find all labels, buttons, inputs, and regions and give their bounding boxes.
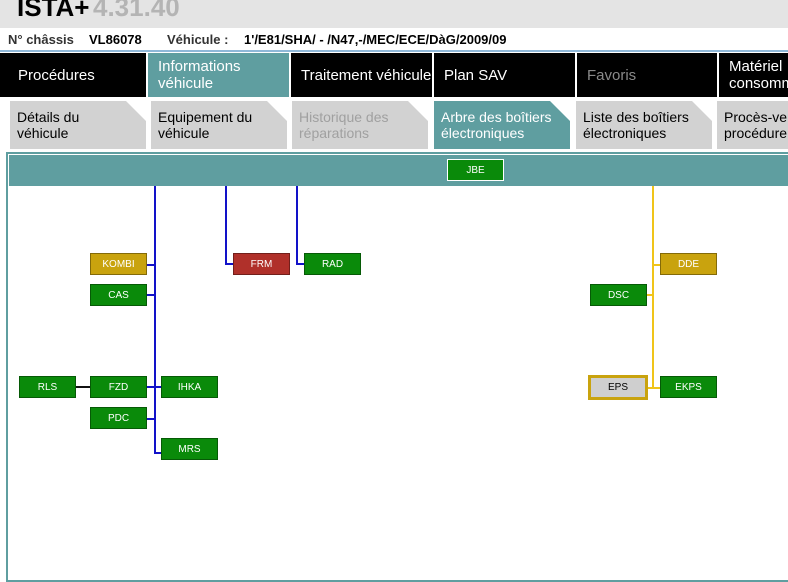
subtab-label: Procès-ve procédure bbox=[724, 109, 788, 141]
ecu-dsc[interactable]: DSC bbox=[590, 284, 647, 306]
bus-stub-dsc bbox=[647, 294, 654, 296]
tab-vehicle-info[interactable]: Informations véhicule bbox=[148, 53, 289, 97]
bus-line-rad bbox=[296, 186, 298, 265]
chassis-value: VL86078 bbox=[89, 32, 142, 47]
ecu-ihka[interactable]: IHKA bbox=[161, 376, 218, 398]
subtab-repair-history[interactable]: Historique des réparations bbox=[292, 101, 428, 149]
tab-favorites[interactable]: Favoris bbox=[577, 53, 717, 97]
bus-stub-fzd-ihka bbox=[147, 386, 161, 388]
ecu-rad[interactable]: RAD bbox=[304, 253, 361, 275]
pt-can-bus-line bbox=[652, 186, 654, 388]
subtab-label: Arbre des boîtiers électroniques bbox=[441, 109, 552, 141]
ecu-cas[interactable]: CAS bbox=[90, 284, 147, 306]
ecu-kombi[interactable]: KOMBI bbox=[90, 253, 147, 275]
ecu-pdc[interactable]: PDC bbox=[90, 407, 147, 429]
bus-stub-kombi bbox=[147, 264, 155, 266]
tab-fold-corner bbox=[408, 101, 428, 121]
tab-fold-corner bbox=[267, 101, 287, 121]
bus-line-frm bbox=[225, 186, 227, 265]
bus-stub-eps-ekps bbox=[647, 387, 660, 389]
ecu-eps[interactable]: EPS bbox=[588, 375, 648, 400]
main-tabs: Procédures Informations véhicule Traitem… bbox=[0, 53, 788, 97]
lin-bus-rls bbox=[76, 386, 90, 388]
tab-service-plan[interactable]: Plan SAV bbox=[434, 53, 575, 97]
ecu-mrs[interactable]: MRS bbox=[161, 438, 218, 460]
k-can-bus-line bbox=[154, 186, 156, 454]
subtab-vehicle-equipment[interactable]: Equipement du véhicule bbox=[151, 101, 287, 149]
chassis-label: N° châssis bbox=[8, 32, 74, 47]
ecu-dde[interactable]: DDE bbox=[660, 253, 717, 275]
vehicle-label: Véhicule : bbox=[167, 32, 229, 47]
tab-label: Informations véhicule bbox=[158, 58, 241, 92]
vehicle-info-bar: N° châssis VL86078 Véhicule : 1'/E81/SHA… bbox=[0, 28, 788, 50]
sub-tabs: Détails du véhicule Equipement du véhicu… bbox=[0, 101, 788, 149]
subtab-label: Equipement du véhicule bbox=[158, 109, 253, 141]
ecu-tree-panel bbox=[6, 152, 788, 582]
tab-fold-corner bbox=[550, 101, 570, 121]
bus-stub-mrs bbox=[154, 452, 161, 454]
vehicle-value: 1'/E81/SHA/ - /N47,-/MEC/ECE/DàG/2009/09 bbox=[244, 32, 507, 47]
bus-stub-dde bbox=[652, 264, 660, 266]
tab-label: Favoris bbox=[587, 66, 637, 84]
tab-label: Matériel consomm bbox=[729, 58, 788, 92]
tab-label: Traitement véhicule bbox=[301, 66, 432, 84]
ecu-ekps[interactable]: EKPS bbox=[660, 376, 717, 398]
title-bar: ISTA+ 4.31.40 bbox=[0, 0, 788, 28]
tab-label: Procédures bbox=[18, 66, 95, 84]
tab-procedures[interactable]: Procédures bbox=[0, 53, 146, 97]
app-version: 4.31.40 bbox=[93, 0, 180, 22]
bus-stub-pdc bbox=[147, 418, 155, 420]
tab-fold-corner bbox=[126, 101, 146, 121]
header-separator bbox=[0, 50, 788, 52]
tab-consumables[interactable]: Matériel consomm bbox=[719, 53, 788, 97]
subtab-label: Historique des réparations bbox=[299, 109, 389, 141]
ecu-frm[interactable]: FRM bbox=[233, 253, 290, 275]
ecu-fzd[interactable]: FZD bbox=[90, 376, 147, 398]
bus-stub-frm bbox=[225, 263, 233, 265]
subtab-label: Liste des boîtiers électroniques bbox=[583, 109, 689, 141]
subtab-label: Détails du véhicule bbox=[17, 109, 80, 141]
ecu-jbe[interactable]: JBE bbox=[447, 159, 504, 181]
tab-label: Plan SAV bbox=[444, 66, 508, 84]
bus-stub-cas bbox=[147, 294, 155, 296]
subtab-vehicle-details[interactable]: Détails du véhicule bbox=[10, 101, 146, 149]
bus-stub-rad bbox=[296, 263, 304, 265]
subtab-ecu-list[interactable]: Liste des boîtiers électroniques bbox=[576, 101, 712, 149]
subtab-procedure-report[interactable]: Procès-ve procédure bbox=[717, 101, 788, 149]
app-name: ISTA+ bbox=[17, 0, 90, 22]
gateway-bus-bar bbox=[9, 155, 788, 186]
tab-fold-corner bbox=[692, 101, 712, 121]
subtab-ecu-tree[interactable]: Arbre des boîtiers électroniques bbox=[434, 101, 570, 149]
tab-vehicle-treatment[interactable]: Traitement véhicule bbox=[291, 53, 432, 97]
ecu-rls[interactable]: RLS bbox=[19, 376, 76, 398]
